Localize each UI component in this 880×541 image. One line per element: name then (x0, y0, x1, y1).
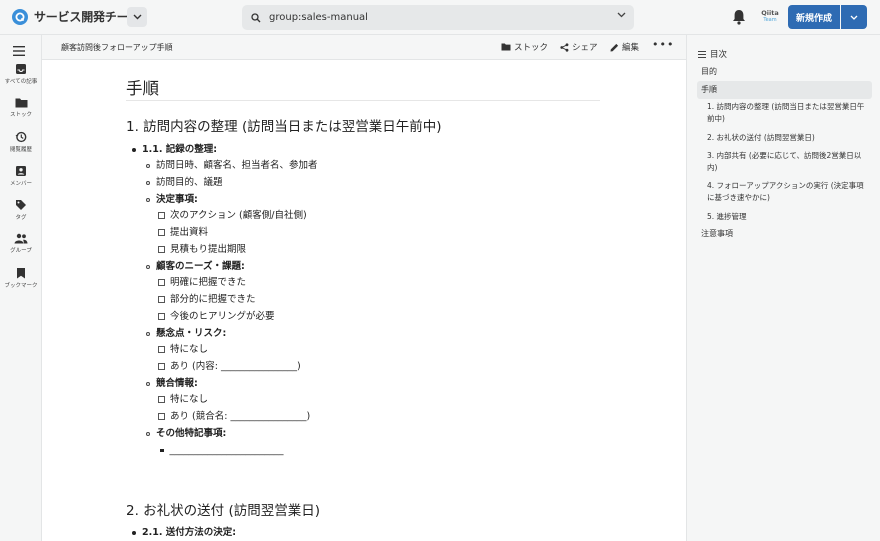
inbox-icon (16, 64, 26, 74)
more-options-button[interactable]: ••• (652, 38, 674, 51)
toc-item[interactable]: 目的 (701, 66, 717, 79)
notification-bell-icon[interactable] (732, 9, 746, 29)
chevron-down-icon (850, 15, 858, 20)
checkbox-item[interactable]: 明確に把握できた (158, 278, 246, 288)
chevron-down-icon (133, 14, 141, 20)
menu-icon[interactable] (13, 41, 25, 60)
bookmark-icon (17, 268, 25, 279)
tag-icon (16, 200, 26, 210)
list-icon (698, 50, 706, 58)
left-sidebar: すべての記事 ストック 閲覧履歴 メンバー タグ グループ ブックマーク (0, 35, 42, 541)
sidebar-item-history[interactable]: 閲覧履歴 (0, 131, 42, 153)
article-body: 手順 1. 訪問内容の整理 (訪問当日または翌営業日午前中) 1.1. 記録の整… (42, 60, 686, 541)
qiita-team-logo[interactable]: Qiita Team (759, 10, 781, 23)
checkbox-item[interactable]: 提出資料 (158, 228, 208, 238)
qiita-brand: Qiita (761, 9, 779, 17)
table-of-contents: 目次 目的 手順 1. 訪問内容の整理 (訪問当日または翌営業日午前中) 2. … (686, 35, 880, 541)
top-bar: サービス開発チーム group:sales-manual Qiita Team … (0, 0, 880, 35)
chevron-down-icon[interactable] (617, 12, 626, 18)
edit-button[interactable]: 編集 (610, 41, 639, 53)
sidebar-item-label: すべての記事 (4, 79, 38, 85)
section-2-heading: 2. お礼状の送付 (訪問翌営業日) (126, 503, 320, 519)
search-icon (251, 12, 261, 22)
share-label: シェア (572, 43, 598, 53)
checkbox-item[interactable]: 特になし (158, 345, 208, 355)
toc-item[interactable]: 3. 内部共有 (必要に応じて、訪問後2営業日以内) (707, 150, 867, 174)
team-dropdown-button[interactable] (127, 7, 147, 27)
checkbox-item[interactable]: 次のアクション (顧客側/自社側) (158, 211, 307, 221)
toc-header: 目次 (698, 48, 727, 60)
checkbox-item[interactable]: 特になし (158, 395, 208, 405)
toc-item[interactable]: 5. 進捗管理 (707, 211, 867, 223)
folder-icon (15, 98, 27, 108)
sidebar-item-label: グループ (10, 248, 32, 254)
list-item: 懸念点・リスク: (146, 329, 226, 339)
sidebar-item-bookmarks[interactable]: ブックマーク (0, 267, 42, 289)
checkbox-item[interactable]: あり (競合名: ________________) (158, 412, 310, 422)
article-header-bar: 顧客訪問後フォローアップ手順 ストック シェア 編集 ••• (42, 35, 686, 60)
list-item: 決定事項: (146, 195, 198, 205)
checkbox-item[interactable]: 今後のヒアリングが必要 (158, 312, 275, 322)
new-article-button[interactable]: 新規作成 (788, 5, 840, 29)
stock-label: ストック (514, 43, 549, 53)
sidebar-item-label: 閲覧履歴 (9, 147, 32, 153)
toc-active-highlight (697, 81, 872, 99)
team-switcher[interactable]: サービス開発チーム (12, 8, 140, 25)
checkbox-item[interactable]: 部分的に把握できた (158, 295, 256, 305)
toc-title: 目次 (710, 50, 728, 60)
team-logo-icon (12, 8, 28, 25)
list-item: 訪問日時、顧客名、担当者名、参加者 (146, 161, 318, 171)
sidebar-item-all-articles[interactable]: すべての記事 (0, 63, 42, 85)
toc-item[interactable]: 2. お礼状の送付 (訪問翌営業日) (707, 132, 867, 144)
checkbox-item[interactable]: 見積もり提出期限 (158, 245, 246, 255)
share-icon (560, 42, 569, 52)
team-name: サービス開発チーム (34, 10, 140, 24)
list-item: 競合情報: (146, 379, 198, 389)
section-1-heading: 1. 訪問内容の整理 (訪問当日または翌営業日午前中) (126, 119, 442, 135)
toc-item[interactable]: 注意事項 (701, 228, 733, 241)
sidebar-item-members[interactable]: メンバー (0, 165, 42, 187)
sidebar-item-stock[interactable]: ストック (0, 97, 42, 118)
edit-label: 編集 (622, 43, 640, 53)
article-h1: 手順 (126, 79, 159, 98)
search-input[interactable]: group:sales-manual (242, 5, 634, 30)
sidebar-item-label: タグ (15, 215, 27, 221)
sidebar-item-groups[interactable]: グループ (0, 233, 42, 254)
list-item: 顧客のニーズ・課題: (146, 262, 245, 272)
pencil-icon (610, 43, 619, 51)
group-icon (14, 233, 28, 244)
toc-item-active[interactable]: 手順 (701, 84, 717, 97)
member-icon (16, 166, 26, 176)
toc-item[interactable]: 1. 訪問内容の整理 (訪問当日または翌営業日午前中) (707, 101, 867, 125)
list-item: その他特記事項: (146, 429, 226, 439)
article-breadcrumb-title: 顧客訪問後フォローアップ手順 (61, 43, 173, 52)
sidebar-item-label: メンバー (9, 181, 32, 187)
stock-button[interactable]: ストック (501, 41, 548, 53)
list-item: 1.1. 記録の整理: (132, 145, 217, 155)
qiita-sub: Team (763, 16, 777, 23)
toc-item[interactable]: 4. フォローアップアクションの実行 (決定事項に基づき速やかに) (707, 180, 867, 204)
list-item: 訪問目的、議題 (146, 178, 223, 188)
history-icon (15, 131, 27, 143)
search-query: group:sales-manual (269, 12, 368, 23)
sidebar-item-label: ストック (9, 112, 32, 118)
checkbox-item[interactable]: あり (内容: ________________) (158, 362, 301, 372)
h1-divider (126, 100, 600, 101)
list-item: 2.1. 送付方法の決定: (132, 528, 236, 538)
new-article-dropdown-button[interactable] (841, 5, 867, 29)
folder-icon (501, 43, 511, 51)
list-item: ________________________ (160, 446, 284, 456)
sidebar-item-label: ブックマーク (4, 283, 38, 289)
share-button[interactable]: シェア (560, 41, 598, 53)
sidebar-item-tags[interactable]: タグ (0, 199, 42, 221)
